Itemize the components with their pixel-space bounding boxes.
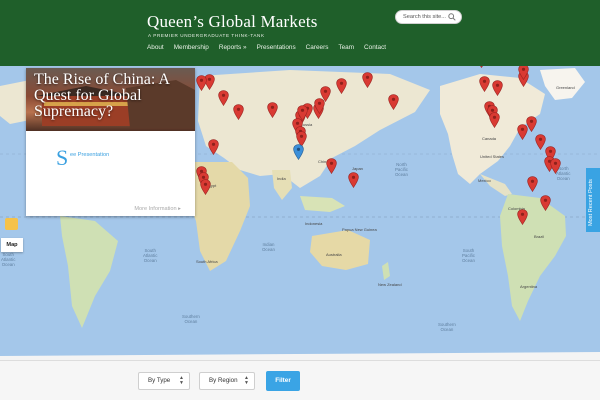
land-label: Mexico bbox=[478, 178, 491, 183]
land-label: New Zealand bbox=[378, 282, 402, 287]
map-marker-icon[interactable] bbox=[362, 72, 373, 88]
filter-bar: By Type ▲ ▼ By Region ▲ ▼ Filter bbox=[0, 360, 600, 400]
ocean-label: South Pacific Ocean bbox=[462, 248, 475, 263]
nav-about[interactable]: About bbox=[147, 44, 164, 51]
map-marker-icon[interactable] bbox=[550, 158, 561, 174]
map-marker-icon[interactable] bbox=[518, 66, 529, 80]
land-label: United States bbox=[480, 154, 505, 159]
site-tagline: A PREMIER UNDERGRADUATE THINK-TANK bbox=[148, 33, 265, 38]
land-label: Indonesia bbox=[305, 221, 323, 226]
search-placeholder: Search this site... bbox=[403, 14, 446, 20]
ocean-label: South Atlantic Ocean bbox=[143, 248, 158, 263]
map-marker-icon[interactable] bbox=[208, 139, 219, 155]
land-label: Japan bbox=[352, 166, 363, 171]
type-select-value: By Type bbox=[148, 377, 171, 384]
nav-membership[interactable]: Membership bbox=[174, 44, 209, 51]
map-marker-icon[interactable] bbox=[540, 195, 551, 211]
map-marker-icon[interactable] bbox=[492, 80, 503, 96]
card-title[interactable]: The Rise of China: A Quest for Global Su… bbox=[34, 72, 194, 120]
most-recent-posts-tab[interactable]: Most Recent Posts bbox=[586, 168, 600, 232]
map-marker-icon[interactable] bbox=[297, 105, 308, 121]
map-type-button[interactable]: Map bbox=[1, 238, 23, 252]
land-label: Greenland bbox=[556, 85, 575, 90]
nav-careers[interactable]: Careers bbox=[306, 44, 329, 51]
nav-team[interactable]: Team bbox=[338, 44, 354, 51]
map-marker-icon[interactable] bbox=[517, 124, 528, 140]
select-arrows-icon: ▲ ▼ bbox=[179, 375, 184, 386]
ocean-label: Southern Ocean bbox=[438, 322, 456, 332]
map-marker-icon[interactable] bbox=[476, 66, 487, 68]
map-marker-icon[interactable] bbox=[326, 158, 337, 174]
street-view-icon[interactable] bbox=[5, 218, 18, 230]
nav-contact[interactable]: Contact bbox=[364, 44, 386, 51]
ocean-label: North Pacific Ocean bbox=[395, 162, 408, 177]
map-marker-icon[interactable] bbox=[336, 78, 347, 94]
nav-presentations[interactable]: Presentations bbox=[257, 44, 296, 51]
map-marker-icon[interactable] bbox=[233, 104, 244, 120]
card-dropcap: S bbox=[56, 145, 69, 170]
map-marker-icon[interactable] bbox=[517, 209, 528, 225]
region-select[interactable]: By Region ▲ ▼ bbox=[199, 372, 255, 390]
region-select-value: By Region bbox=[209, 377, 238, 384]
type-select[interactable]: By Type ▲ ▼ bbox=[138, 372, 190, 390]
land-label: Canada bbox=[482, 136, 497, 141]
ocean-label: South Atlantic Ocean bbox=[1, 252, 16, 267]
map-marker-icon[interactable] bbox=[489, 112, 500, 128]
land-label: South Africa bbox=[196, 259, 218, 264]
map-marker-icon[interactable] bbox=[267, 102, 278, 118]
see-presentation-link[interactable]: ee Presentation bbox=[70, 152, 109, 158]
map-marker-icon[interactable] bbox=[479, 76, 490, 92]
selected-marker-icon[interactable] bbox=[293, 144, 304, 160]
main-nav: About Membership Reports » Presentations… bbox=[147, 44, 386, 51]
filter-button[interactable]: Filter bbox=[266, 371, 300, 391]
map-marker-icon[interactable] bbox=[348, 172, 359, 188]
land-label: Argentina bbox=[520, 284, 538, 289]
land-label: Australia bbox=[326, 252, 342, 257]
map-marker-icon[interactable] bbox=[314, 98, 325, 114]
map-marker-icon[interactable] bbox=[218, 90, 229, 106]
search-input[interactable]: Search this site... bbox=[395, 10, 462, 24]
side-tab-label: Most Recent Posts bbox=[588, 179, 594, 226]
land-label: Brazil bbox=[534, 234, 545, 239]
card-image: The Rise of China: A Quest for Global Su… bbox=[26, 68, 195, 131]
map-marker-icon[interactable] bbox=[527, 176, 538, 192]
select-arrows-icon: ▲ ▼ bbox=[244, 375, 249, 386]
nav-reports[interactable]: Reports » bbox=[219, 44, 247, 51]
map-marker-icon[interactable] bbox=[200, 179, 211, 195]
site-header: Queen’s Global Markets A PREMIER UNDERGR… bbox=[0, 0, 600, 66]
land-label: Papua New Guinea bbox=[342, 227, 377, 232]
presentation-card[interactable]: The Rise of China: A Quest for Global Su… bbox=[26, 68, 195, 216]
search-icon[interactable] bbox=[447, 12, 457, 22]
land-label: India bbox=[277, 176, 286, 181]
ocean-label: Indian Ocean bbox=[262, 242, 275, 252]
map-marker-icon[interactable] bbox=[196, 75, 207, 91]
site-title[interactable]: Queen’s Global Markets bbox=[147, 12, 318, 32]
map-marker-icon[interactable] bbox=[388, 94, 399, 110]
more-information-link[interactable]: More Information ▸ bbox=[134, 206, 181, 212]
ocean-label: Southern Ocean bbox=[182, 314, 200, 324]
